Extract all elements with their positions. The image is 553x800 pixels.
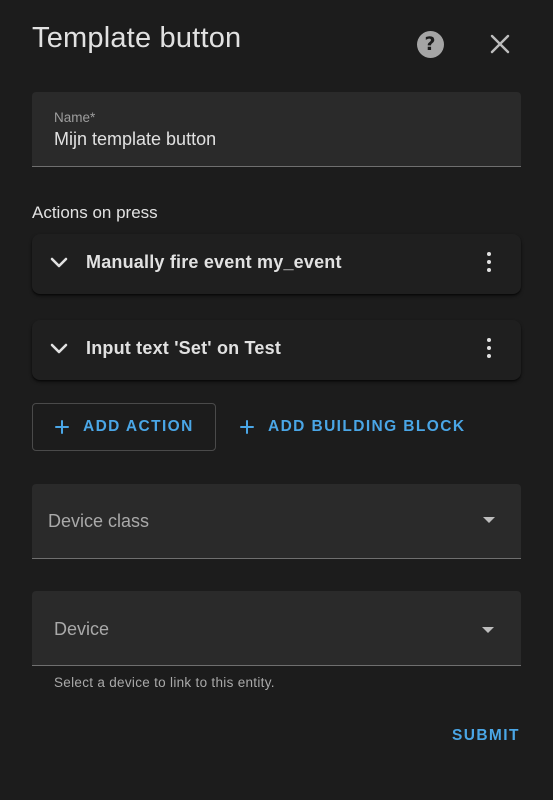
overflow-menu-icon[interactable]: [478, 334, 500, 362]
chevron-down-icon[interactable]: [48, 252, 70, 274]
plus-icon: [240, 420, 254, 434]
action-label: Input text 'Set' on Test: [86, 338, 282, 358]
add-building-block-label: ADD BUILDING BLOCK: [268, 418, 466, 435]
action-label: Manually fire event my_event: [86, 252, 342, 272]
plus-icon: [55, 420, 69, 434]
device-placeholder: Device: [54, 619, 110, 639]
device-class-select[interactable]: Device class: [32, 484, 521, 559]
actions-heading: Actions on press: [32, 203, 158, 222]
add-action-button[interactable]: ADD ACTION: [32, 403, 216, 451]
name-field[interactable]: Name* Mijn template button: [32, 92, 521, 167]
name-field-label: Name*: [54, 110, 96, 125]
dialog-title: Template button: [32, 22, 242, 54]
action-row[interactable]: Manually fire event my_event: [32, 234, 521, 294]
help-circle-icon: ?: [416, 30, 444, 58]
dropdown-arrow-icon: [483, 517, 495, 523]
device-class-placeholder: Device class: [48, 511, 150, 531]
name-field-value[interactable]: Mijn template button: [54, 129, 216, 150]
device-select[interactable]: Device: [32, 591, 521, 666]
close-icon: [490, 34, 510, 54]
submit-button[interactable]: SUBMIT: [452, 727, 520, 745]
overflow-menu-icon[interactable]: [478, 248, 500, 276]
close-button[interactable]: [484, 28, 516, 60]
dropdown-arrow-icon: [482, 627, 494, 633]
help-button[interactable]: ?: [414, 28, 446, 60]
template-button-dialog: Template button ? Name* Mijn template bu…: [0, 0, 553, 800]
add-action-label: ADD ACTION: [83, 418, 194, 435]
chevron-down-icon[interactable]: [48, 338, 70, 360]
device-helper-text: Select a device to link to this entity.: [54, 675, 275, 690]
action-row[interactable]: Input text 'Set' on Test: [32, 320, 521, 380]
add-building-block-button[interactable]: ADD BUILDING BLOCK: [240, 403, 465, 451]
